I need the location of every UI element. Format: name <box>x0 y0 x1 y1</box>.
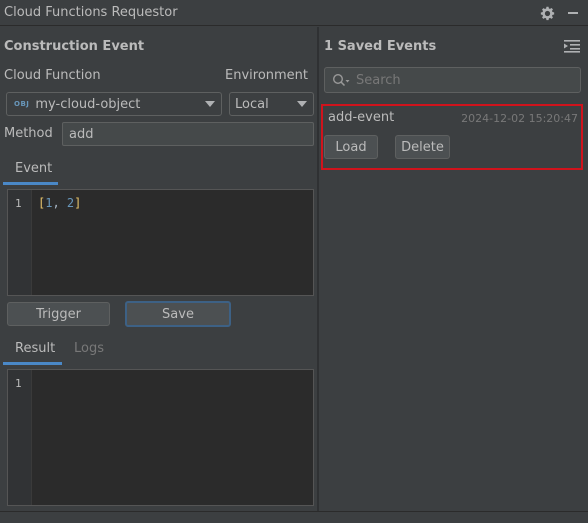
object-badge-icon: OBJ <box>14 100 30 108</box>
method-value: add <box>69 126 94 142</box>
tab-result-indicator <box>3 362 62 365</box>
save-button[interactable]: Save <box>125 301 231 327</box>
tab-event[interactable]: Event <box>15 161 52 176</box>
saved-event-item[interactable]: add-event 2024-12-02 15:20:47 Load Delet… <box>321 104 583 170</box>
expand-list-icon[interactable] <box>564 39 580 57</box>
method-input[interactable]: add <box>62 122 314 146</box>
editor-gutter: 1 <box>8 190 32 295</box>
tab-event-indicator <box>3 182 58 185</box>
environment-select[interactable]: Local <box>229 92 314 116</box>
editor-gutter: 1 <box>8 370 32 505</box>
tab-logs[interactable]: Logs <box>74 341 104 356</box>
search-placeholder: Search <box>356 73 401 88</box>
saved-event-name: add-event <box>328 110 395 125</box>
tab-result[interactable]: Result <box>15 341 55 356</box>
saved-events-panel: 1 Saved Events Search add-event 2024-12-… <box>319 27 588 511</box>
search-box[interactable]: Search <box>324 67 581 93</box>
method-label: Method <box>4 126 53 141</box>
saved-events-header: 1 Saved Events <box>324 39 437 54</box>
environment-label: Environment <box>225 68 309 83</box>
trigger-button[interactable]: Trigger <box>7 302 110 326</box>
settings-gear-icon[interactable] <box>538 4 556 22</box>
line-number: 1 <box>15 197 22 210</box>
title-bar: Cloud Functions Requestor <box>0 0 588 26</box>
cloud-function-select[interactable]: OBJ my-cloud-object <box>6 92 222 116</box>
cloud-function-label: Cloud Function <box>4 68 101 83</box>
dropdown-arrow-icon <box>297 101 307 107</box>
event-editor[interactable]: 1 [1, 2] <box>7 189 314 296</box>
construction-panel: Construction Event Cloud Function Enviro… <box>0 27 317 511</box>
environment-value: Local <box>235 96 269 112</box>
dropdown-arrow-icon <box>205 101 215 107</box>
result-editor[interactable]: 1 <box>7 369 314 506</box>
delete-button[interactable]: Delete <box>395 135 450 159</box>
section-title: Construction Event <box>4 39 145 54</box>
cloud-function-value: my-cloud-object <box>35 96 141 112</box>
search-icon <box>332 73 350 89</box>
minimize-icon[interactable] <box>564 4 582 22</box>
saved-event-date: 2024-12-02 15:20:47 <box>461 112 578 125</box>
line-number: 1 <box>15 377 22 390</box>
load-button[interactable]: Load <box>324 135 378 159</box>
window-title: Cloud Functions Requestor <box>4 5 178 20</box>
event-code[interactable]: [1, 2] <box>38 196 81 210</box>
bottom-status-bar <box>0 511 588 523</box>
